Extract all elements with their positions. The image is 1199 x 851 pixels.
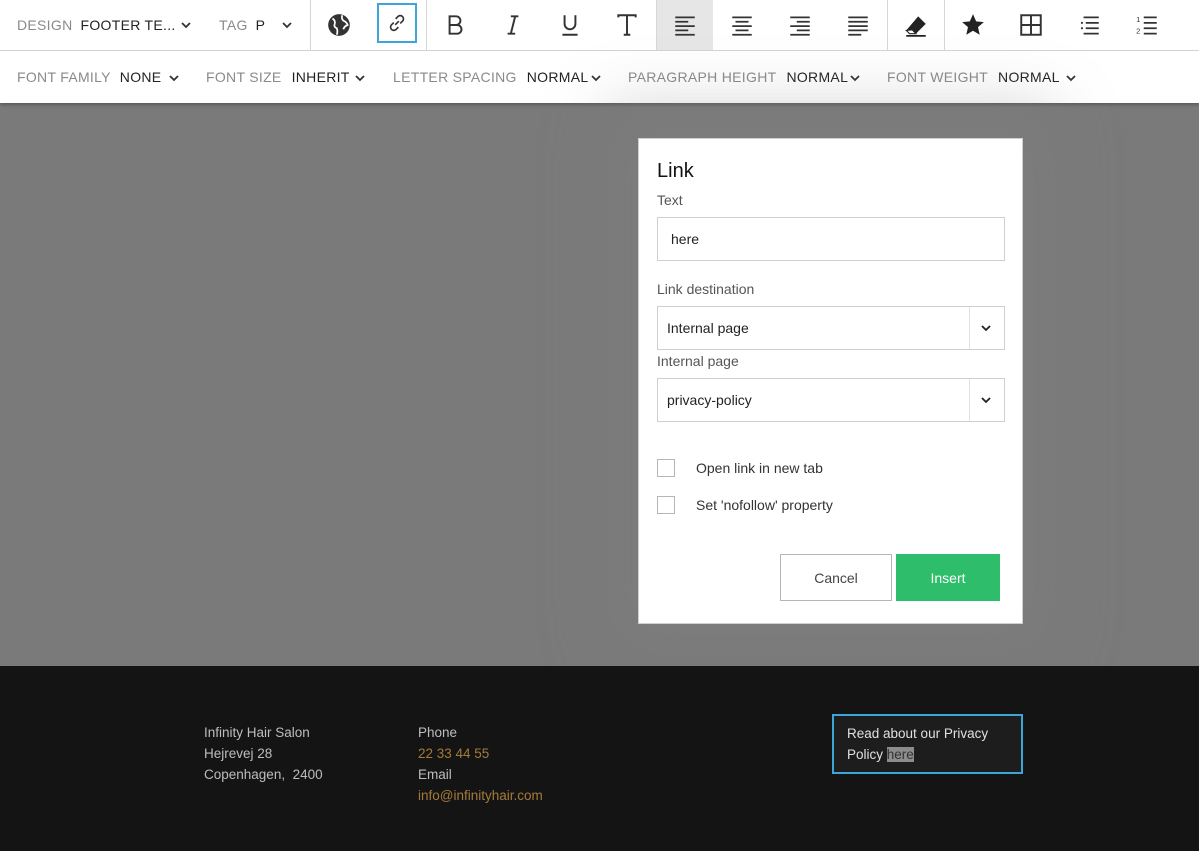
salon-name: Infinity Hair Salon (204, 725, 310, 740)
font-weight-value: NORMAL (998, 69, 1060, 85)
text-label: Text (657, 192, 683, 208)
numbered-list-icon[interactable]: 12 (1118, 0, 1176, 50)
internal-page-value: privacy-policy (667, 392, 752, 408)
italic-icon[interactable] (484, 0, 542, 50)
phone-label: Phone (418, 725, 458, 740)
link-destination-value: Internal page (667, 320, 749, 336)
align-center-icon[interactable] (713, 0, 771, 50)
footer-address: Infinity Hair Salon Hejrevej 28 Copenhag… (204, 722, 323, 785)
chevron-down-icon[interactable] (980, 395, 992, 405)
text-icon[interactable] (598, 0, 656, 50)
font-family-value: NONE (119, 69, 162, 85)
link-dialog: Link Text here Link destination Internal… (638, 138, 1023, 624)
eraser-icon[interactable] (887, 0, 945, 50)
svg-text:2: 2 (1136, 27, 1140, 36)
font-size-value: INHERIT (291, 69, 350, 85)
nofollow-label: Set 'nofollow' property (696, 497, 833, 513)
privacy-link-selection[interactable]: here (886, 747, 914, 762)
privacy-text-block[interactable]: Read about our Privacy Policy here (832, 714, 1023, 774)
paragraph-height-value: NORMAL (786, 69, 849, 85)
tag-label: TAG (219, 17, 248, 33)
address-line-2: Copenhagen, 2400 (204, 767, 323, 782)
select-divider (969, 379, 970, 421)
letter-spacing-label: LETTER SPACING (393, 69, 517, 85)
tag-value: P (255, 17, 266, 33)
font-size-select[interactable]: FONT SIZE INHERIT (206, 51, 350, 103)
design-value: FOOTER TE... (80, 17, 176, 33)
nofollow-checkbox[interactable] (657, 496, 675, 514)
email-label: Email (418, 767, 452, 782)
footer-contact: Phone 22 33 44 55 Email info@infinityhai… (418, 722, 543, 806)
chevron-down-icon[interactable] (281, 19, 293, 31)
star-icon[interactable] (944, 0, 1002, 50)
dialog-title: Link (657, 160, 694, 182)
globe-icon[interactable] (310, 0, 368, 50)
design-label: DESIGN (17, 17, 73, 33)
bulleted-list-icon[interactable] (1060, 0, 1118, 50)
chevron-down-icon[interactable] (1065, 72, 1077, 84)
chevron-down-icon[interactable] (849, 72, 861, 84)
letter-spacing-value: NORMAL (526, 69, 589, 85)
new-tab-label: Open link in new tab (696, 460, 823, 476)
font-size-label: FONT SIZE (206, 69, 282, 85)
phone-link[interactable]: 22 33 44 55 (418, 743, 543, 764)
typography-toolbar: FONT FAMILY NONE FONT SIZE INHERIT LETTE… (0, 51, 1199, 103)
font-weight-select[interactable]: FONT WEIGHT NORMAL (887, 51, 1060, 103)
underline-icon[interactable] (541, 0, 599, 50)
paragraph-height-label: PARAGRAPH HEIGHT (628, 69, 777, 85)
align-left-icon[interactable] (657, 0, 713, 50)
link-destination-label: Link destination (657, 281, 755, 297)
nofollow-option[interactable]: Set 'nofollow' property (657, 496, 833, 514)
align-right-icon[interactable] (771, 0, 829, 50)
address-line-1: Hejrevej 28 (204, 746, 273, 761)
align-justify-icon[interactable] (829, 0, 887, 50)
chevron-down-icon[interactable] (980, 323, 992, 333)
insert-button[interactable]: Insert (896, 554, 1000, 601)
svg-text:1: 1 (1136, 15, 1140, 24)
chevron-down-icon[interactable] (180, 19, 192, 31)
bold-icon[interactable] (426, 0, 484, 50)
chevron-down-icon[interactable] (354, 72, 366, 84)
chevron-down-icon[interactable] (590, 72, 602, 84)
new-tab-checkbox[interactable] (657, 459, 675, 477)
select-divider (969, 307, 970, 349)
email-link[interactable]: info@infinityhair.com (418, 785, 543, 806)
letter-spacing-select[interactable]: LETTER SPACING NORMAL (393, 51, 588, 103)
link-text-input[interactable]: here (657, 217, 1005, 261)
chevron-down-icon[interactable] (168, 72, 180, 84)
link-destination-select[interactable]: Internal page (657, 306, 1005, 350)
design-select[interactable]: DESIGN FOOTER TE... (17, 0, 176, 50)
table-icon[interactable] (1002, 0, 1060, 50)
main-toolbar: DESIGN FOOTER TE... TAG P 1 2 (0, 0, 1199, 51)
internal-page-select[interactable]: privacy-policy (657, 378, 1005, 422)
cancel-button[interactable]: Cancel (780, 554, 892, 601)
tag-select[interactable]: TAG P (219, 0, 265, 50)
link-icon[interactable] (377, 3, 417, 43)
font-weight-label: FONT WEIGHT (887, 69, 989, 85)
internal-page-label: Internal page (657, 353, 739, 369)
paragraph-height-select[interactable]: PARAGRAPH HEIGHT NORMAL (628, 51, 848, 103)
page-footer: Infinity Hair Salon Hejrevej 28 Copenhag… (0, 666, 1199, 851)
font-family-select[interactable]: FONT FAMILY NONE (17, 51, 161, 103)
privacy-text: Read about our Privacy Policy (847, 726, 989, 762)
font-family-label: FONT FAMILY (17, 69, 111, 85)
new-tab-option[interactable]: Open link in new tab (657, 459, 823, 477)
